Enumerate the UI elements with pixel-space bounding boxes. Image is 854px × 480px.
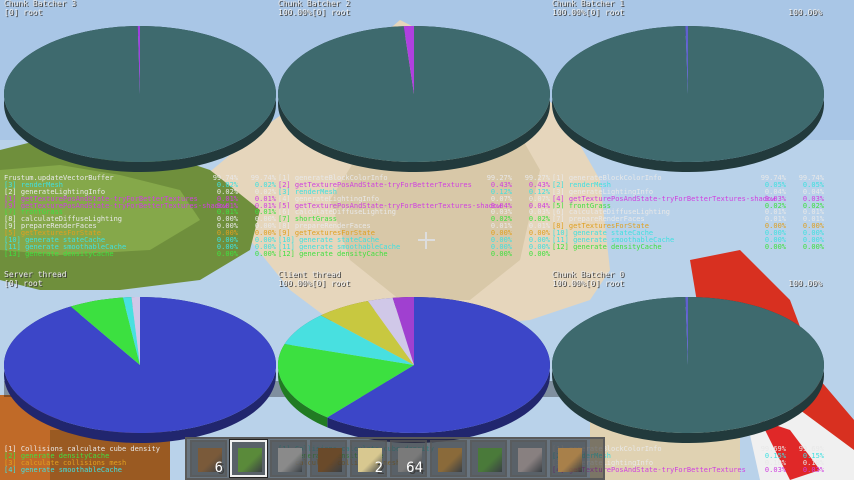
profiler-legend-row: [12] generate densityCache 0.00% 0.00% xyxy=(552,242,824,251)
profiler-root-label: [0] root xyxy=(4,8,43,17)
profiler-root-percent: 100.00% xyxy=(788,279,822,288)
profiler-legend-percent-total: 0.00% xyxy=(528,249,550,258)
profiler-legend-percent-parent: 0.00% xyxy=(490,249,512,258)
hotbar-slot[interactable] xyxy=(310,440,347,477)
profiler-legend-label: [12] generate densityCache xyxy=(552,242,662,251)
hotbar-slot[interactable] xyxy=(510,440,547,477)
hotbar-slot-count: 64 xyxy=(406,460,423,476)
profiler-legend-percent-total: 0.00% xyxy=(254,249,276,258)
hotbar: 6 2 64 xyxy=(185,437,605,480)
profiler-legend: Frustum.updateVectorBuffer 99.74% 99.74% [3… xyxy=(4,175,276,258)
profiler-root-label: 100.00%[0] root xyxy=(278,279,351,288)
profiler-legend-percent-total: 0.03% xyxy=(802,465,824,474)
profiler-root-label: [0] root xyxy=(4,279,43,288)
profiler-root-percent: 100.00% xyxy=(788,8,822,17)
hotbar-slot[interactable]: 6 xyxy=(190,440,227,477)
grass-block-icon xyxy=(238,448,262,472)
profiler-legend-percent-parent: 0.00% xyxy=(216,249,238,258)
profiler-legend-row: [12] generate densityCache 0.00% 0.00% xyxy=(278,249,550,258)
profiler-legend-percent-total: 0.00% xyxy=(802,242,824,251)
profiler-legend-label: [12] generate densityCache xyxy=(278,249,388,258)
profiler-legend-label: [13] generate densityCache xyxy=(4,249,114,258)
hotbar-slot-count: 2 xyxy=(374,460,383,476)
gravel-block-icon xyxy=(518,448,542,472)
profiler-title: Chunk Batcher 0 xyxy=(552,270,625,279)
profiler-legend: [1] generateBlockColorInfo 99.27% 99.27% [2… xyxy=(278,175,550,258)
hotbar-slot[interactable] xyxy=(230,440,267,477)
profiler-legend-row: [13] generate densityCache 0.00% 0.00% xyxy=(4,249,276,258)
profiler-pie-chart xyxy=(278,297,550,443)
profiler-root-label: 100.00%[0] root xyxy=(552,279,625,288)
stone-block-icon xyxy=(278,448,302,472)
profiler-legend: [1] generateBlockColorInfo 99.74% 99.74% [2… xyxy=(552,175,824,251)
profiler-root-label: 100.00%[0] root xyxy=(552,8,625,17)
log-block-icon xyxy=(318,448,342,472)
hotbar-slot[interactable] xyxy=(470,440,507,477)
planks-block-icon xyxy=(558,448,582,472)
crosshair-icon xyxy=(418,232,435,249)
grass-side-block-icon xyxy=(478,448,502,472)
profiler-pie-chart xyxy=(4,26,276,172)
profiler-pie-chart xyxy=(552,26,824,172)
hotbar-slot-count: 6 xyxy=(214,460,223,476)
profiler-title: Chunk Batcher 1 xyxy=(552,0,625,8)
hotbar-slot[interactable] xyxy=(550,440,587,477)
hotbar-slot[interactable] xyxy=(270,440,307,477)
profiler-pie-chart xyxy=(552,297,824,443)
profiler-pie-chart xyxy=(278,26,550,172)
profiler-title: Chunk Batcher 2 xyxy=(278,0,351,8)
profiler-pie-chart xyxy=(4,297,276,443)
hotbar-slot[interactable]: 2 xyxy=(350,440,387,477)
hotbar-slot[interactable]: 64 xyxy=(390,440,427,477)
profiler-title: Client thread xyxy=(278,270,341,279)
profiler-legend-label: [4] generate smoothableCache xyxy=(4,465,123,474)
hotbar-slot[interactable] xyxy=(430,440,467,477)
profiler-legend-percent-parent: 0.00% xyxy=(764,242,786,251)
profiler-legend-percent-parent: 0.03% xyxy=(764,465,786,474)
profiler-root-label: 100.00%[0] root xyxy=(278,8,351,17)
profiler-title: Server thread xyxy=(4,270,67,279)
profiler-title: Chunk Batcher 3 xyxy=(4,0,77,8)
oak-log-block-icon xyxy=(438,448,462,472)
